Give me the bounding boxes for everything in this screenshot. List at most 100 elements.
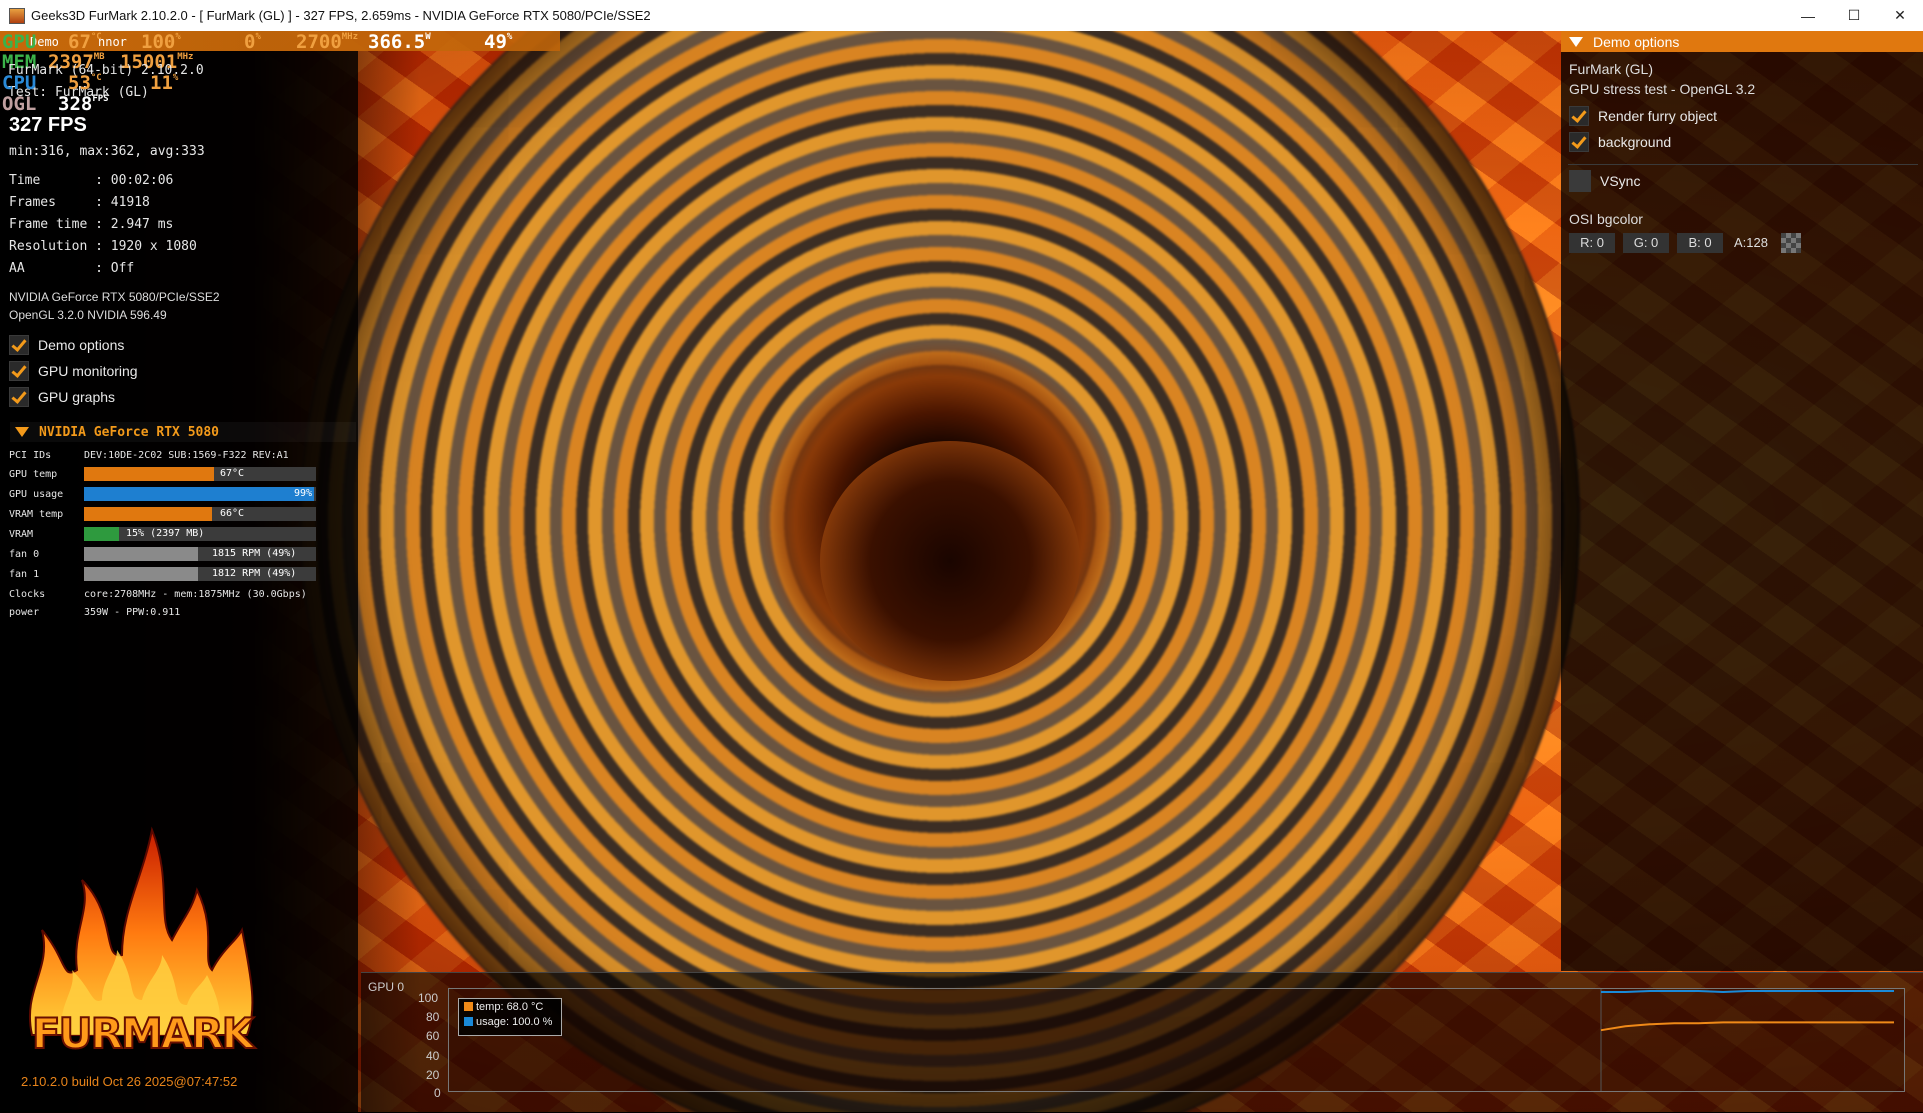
- vsync-checkbox[interactable]: VSync: [1569, 170, 1640, 192]
- collapse-triangle-icon: [1569, 36, 1583, 47]
- osd-cpu-temp: 53: [68, 72, 91, 94]
- pci-ids-label: PCI IDs: [9, 450, 52, 461]
- legend-usage: usage: 100.0 %: [476, 1015, 553, 1028]
- vram-bar-fill: [84, 527, 119, 541]
- gpu-temp-label: GPU temp: [9, 469, 58, 480]
- bgcolor-a-input[interactable]: A:128: [1727, 233, 1775, 253]
- window-title: Geeks3D FurMark 2.10.2.0 - [ FurMark (GL…: [31, 8, 651, 23]
- fan0-bar: 1815 RPM (49%): [84, 547, 316, 561]
- fan1-bar-fill: [84, 567, 198, 581]
- checkbox-checked-icon: [1569, 106, 1589, 126]
- osd-gpu-x: 0: [244, 31, 256, 53]
- render-furry-object-label: Render furry object: [1598, 108, 1718, 124]
- temp-series-line: [1600, 1021, 1894, 1032]
- vram-temp-bar-text: 66°C: [220, 508, 245, 519]
- gpu-temp-bar-fill: [84, 467, 214, 481]
- graph-ytick: 80: [426, 1010, 440, 1024]
- vram-temp-bar: 66°C: [84, 507, 316, 521]
- osd-ogl-label: OGL: [2, 93, 37, 115]
- gpu-usage-bar-text: 99%: [294, 488, 313, 499]
- osd-ogl-fps-unit: FPS: [92, 94, 109, 104]
- checkbox-checked-icon: [1569, 132, 1589, 152]
- graph-ytick: 40: [426, 1049, 440, 1063]
- osd-gpu-power-unit: W: [425, 32, 431, 42]
- furmark-app-icon: [9, 7, 25, 24]
- osd-ogl-fps: 328: [58, 93, 93, 115]
- gpu-usage-bar-fill: [84, 487, 314, 501]
- gpu-monitoring-checkbox[interactable]: GPU monitoring: [9, 361, 138, 381]
- furmark-logo: FURMARK: [28, 826, 259, 1059]
- color-swatch-icon[interactable]: [1781, 233, 1801, 253]
- donut-hole: [820, 441, 1080, 681]
- resolution-line: Resolution : 1920 x 1080: [9, 239, 197, 254]
- demo-name: FurMark (GL): [1569, 61, 1653, 77]
- power-value: 359W - PPW:0.911: [84, 607, 181, 618]
- aa-line: AA : Off: [9, 261, 135, 276]
- close-button[interactable]: ✕: [1877, 0, 1923, 31]
- osd-mem-used-unit: MB: [93, 52, 105, 62]
- gpu-graphs-checkbox[interactable]: GPU graphs: [9, 387, 115, 407]
- legend-temp: temp: 68.0 °C: [476, 1000, 544, 1013]
- graph-ytick: 20: [426, 1068, 440, 1082]
- vram-label: VRAM: [9, 529, 34, 540]
- bgcolor-g-input[interactable]: G: 0: [1623, 233, 1669, 253]
- clocks-value: core:2708MHz - mem:1875MHz (30.0Gbps): [84, 589, 307, 600]
- vram-temp-bar-fill: [84, 507, 212, 521]
- fps-stats: min:316, max:362, avg:333: [9, 144, 205, 159]
- logo-wordmark: FURMARK: [32, 1009, 256, 1058]
- bgcolor-b-input[interactable]: B: 0: [1677, 233, 1723, 253]
- graph-ytick: 60: [426, 1029, 440, 1043]
- render-furry-object-checkbox[interactable]: Render furry object: [1569, 106, 1717, 126]
- graph-ytick: 100: [418, 991, 439, 1005]
- fan1-bar-text: 1812 RPM (49%): [212, 568, 297, 579]
- osd-gpu-line: GPU: [2, 33, 36, 52]
- graph-ytick: 0: [434, 1086, 441, 1100]
- gpu-temp-bar-text: 67°C: [220, 468, 245, 479]
- demo-options-header[interactable]: Demo options: [1561, 31, 1923, 52]
- osd-under-motor: nnor: [98, 35, 127, 49]
- osd-gpu-x-unit: %: [255, 32, 261, 42]
- osd-gpu-clock-unit: MHz: [341, 32, 359, 42]
- power-label: power: [9, 607, 40, 618]
- vram-bar: 15% (2397 MB): [84, 527, 316, 541]
- graph-title: GPU 0: [368, 980, 405, 994]
- divider: [1568, 164, 1918, 165]
- fan1-bar: 1812 RPM (49%): [84, 567, 316, 581]
- osi-bgcolor-label: OSI bgcolor: [1569, 211, 1643, 227]
- demo-description: GPU stress test - OpenGL 3.2: [1569, 81, 1756, 97]
- graph-plot-area: [448, 988, 1905, 1092]
- frames-line: Frames : 41918: [9, 195, 150, 210]
- usage-swatch: [464, 1017, 473, 1026]
- checkbox-unchecked-icon: [1569, 170, 1591, 192]
- checkbox-checked-icon: [9, 361, 29, 381]
- collapse-triangle-icon: [15, 427, 29, 437]
- osd-gpu-usage: 100: [141, 31, 176, 53]
- osd-gpu-fan: 49: [484, 31, 507, 53]
- vsync-label: VSync: [1600, 173, 1641, 189]
- osd-cpu-label: CPU: [2, 72, 37, 94]
- osd-gpu-temp: 67: [68, 31, 91, 53]
- minimize-button[interactable]: —: [1785, 0, 1831, 31]
- vram-temp-label: VRAM temp: [9, 509, 64, 520]
- demo-options-header-label: Demo options: [1593, 33, 1680, 50]
- vram-bar-text: 15% (2397 MB): [126, 528, 205, 539]
- osd-gpu-temp-unit: °C: [90, 32, 102, 42]
- osd-cpu-usage: 11: [150, 72, 173, 94]
- gpu-temp-bar: 67°C: [84, 467, 316, 481]
- opengl-line: OpenGL 3.2.0 NVIDIA 596.49: [9, 308, 167, 322]
- time-line: Time : 00:02:06: [9, 173, 174, 188]
- gpu-usage-bar: 99%: [84, 487, 316, 501]
- osd-gpu-usage-unit: %: [175, 32, 181, 42]
- demo-options-checkbox[interactable]: Demo options: [9, 335, 124, 355]
- background-checkbox[interactable]: background: [1569, 132, 1671, 152]
- osd-cpu-usage-unit: %: [172, 73, 179, 83]
- background-label: background: [1598, 134, 1672, 150]
- fan1-label: fan 1: [9, 569, 40, 580]
- osd-gpu-fan-unit: %: [506, 32, 513, 42]
- maximize-button[interactable]: ☐: [1831, 0, 1877, 31]
- osd-gpu-power: 366.5: [368, 31, 426, 53]
- title-bar: Geeks3D FurMark 2.10.2.0 - [ FurMark (GL…: [0, 0, 1923, 32]
- gpu-section-title: NVIDIA GeForce RTX 5080: [39, 424, 220, 440]
- bgcolor-r-input[interactable]: R: 0: [1569, 233, 1615, 253]
- gpu-section-header[interactable]: NVIDIA GeForce RTX 5080: [10, 422, 356, 442]
